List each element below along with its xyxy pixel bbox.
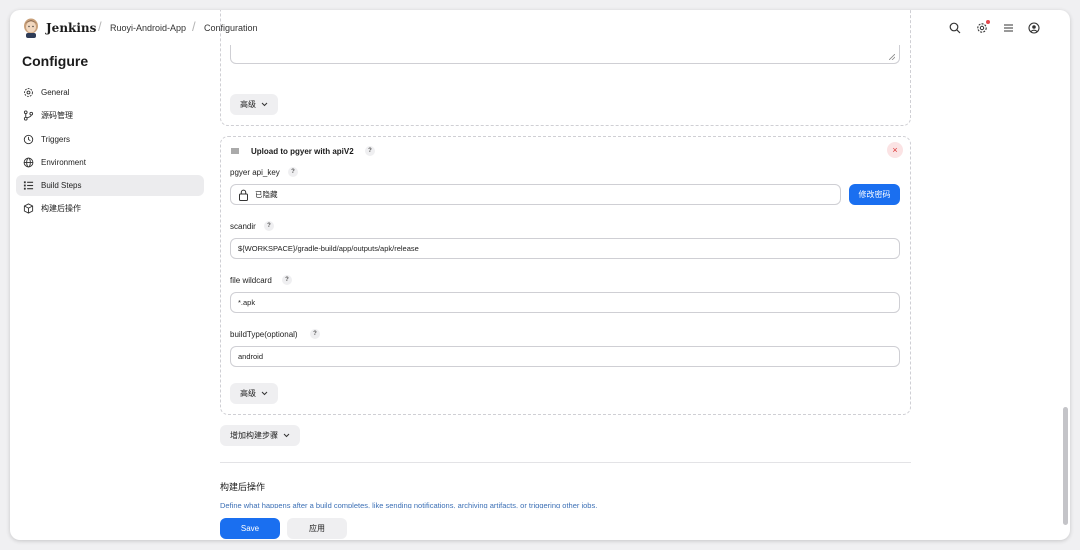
breadcrumb-job[interactable]: Ruoyi-Android-App [110,23,186,33]
branch-icon [22,110,34,122]
list-icon [22,180,34,192]
search-icon[interactable] [947,20,963,36]
section-divider [220,462,911,463]
user-icon[interactable] [1026,20,1042,36]
previous-step-textarea[interactable] [230,45,900,64]
file-wildcard-input[interactable]: *.apk [230,292,900,313]
scandir-label: scandir [230,222,256,231]
page-title: Configure [22,53,89,69]
sidebar-item-label: 源码管理 [41,111,73,120]
help-icon[interactable]: ? [282,275,292,285]
clock-icon [22,134,34,146]
save-button[interactable]: Save [220,518,280,539]
chevron-down-icon [283,433,290,438]
chevron-down-icon [261,102,268,107]
advanced-label: 高级 [240,100,256,109]
jenkins-logo-icon[interactable] [22,18,40,38]
sidebar-item-triggers[interactable]: Triggers [16,129,204,150]
help-icon[interactable]: ? [288,167,298,177]
jenkins-window: Jenkins / Ruoyi-Android-App / Configurat… [10,10,1070,540]
sidebar-item-label: Triggers [41,135,71,144]
resize-handle-icon[interactable] [889,54,895,60]
breadcrumb-separator: / [98,19,102,34]
advanced-button[interactable]: 高级 [230,383,278,404]
post-build-heading: 构建后操作 [220,482,266,492]
chevron-down-icon [261,391,268,396]
sidebar-item-environment[interactable]: Environment [16,152,204,173]
apply-button[interactable]: 应用 [287,518,347,539]
api-key-label: pgyer api_key [230,168,280,177]
sidebar-item-build-steps[interactable]: Build Steps [16,175,204,196]
package-icon [22,203,34,215]
file-wildcard-label: file wildcard [230,276,272,285]
api-key-field[interactable]: 已隐藏 [230,184,841,205]
sidebar-item-general[interactable]: General [16,82,204,103]
build-type-input[interactable]: android [230,346,900,367]
close-icon[interactable]: × [887,142,903,158]
add-build-step-label: 增加构建步骤 [230,431,278,440]
lock-icon [239,189,248,201]
breadcrumb-separator: / [192,19,196,34]
step-title: Upload to pgyer with apiV2 [251,147,354,156]
help-icon[interactable]: ? [264,221,274,231]
gear-icon [22,87,34,99]
api-key-value: 已隐藏 [255,190,278,199]
help-icon[interactable]: ? [365,146,375,156]
scandir-input[interactable]: ${WORKSPACE}/gradle-build/app/outputs/ap… [230,238,900,259]
previous-step-panel [220,10,911,126]
notification-dot [986,20,990,24]
sidebar-item-source-control[interactable]: 源码管理 [16,105,204,126]
sidebar-item-label: 构建后操作 [41,204,81,213]
settings-icon[interactable] [974,20,990,36]
change-password-button[interactable]: 修改密码 [849,184,900,205]
sidebar-item-post-build[interactable]: 构建后操作 [16,198,204,219]
pgyer-step-panel [220,136,911,415]
drag-handle-icon[interactable] [230,146,240,156]
globe-icon [22,157,34,169]
brand-name[interactable]: Jenkins [46,21,96,35]
help-icon[interactable]: ? [310,329,320,339]
advanced-button[interactable]: 高级 [230,94,278,115]
add-build-step-button[interactable]: 增加构建步骤 [220,425,300,446]
sidebar-item-label: Build Steps [41,181,82,190]
menu-icon[interactable] [1000,20,1016,36]
sidebar-item-label: Environment [41,158,86,167]
advanced-label: 高级 [240,389,256,398]
scrollbar-thumb[interactable] [1063,407,1068,525]
sidebar-item-label: General [41,88,70,97]
build-type-label: buildType(optional) [230,330,298,339]
